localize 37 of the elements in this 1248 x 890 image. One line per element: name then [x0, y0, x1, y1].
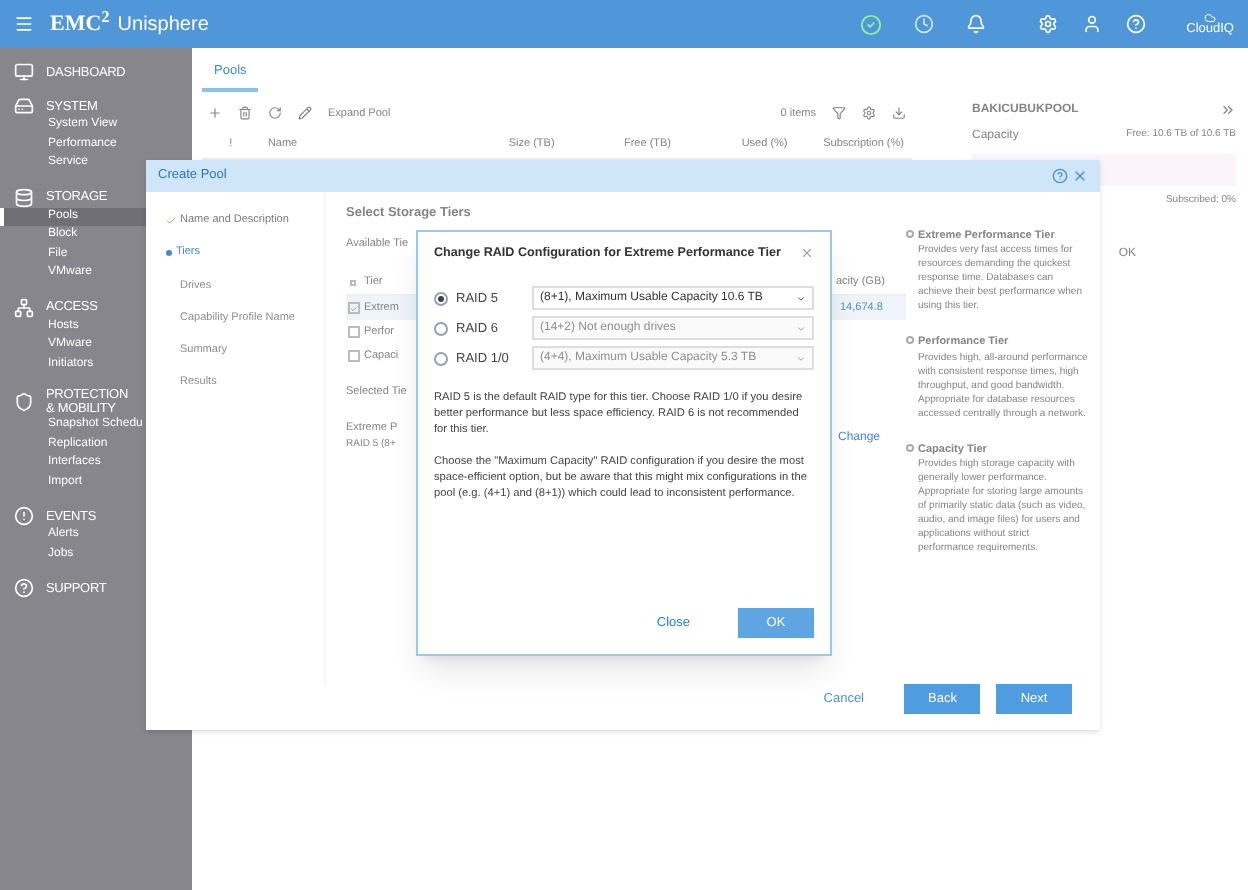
menu-icon[interactable]: [14, 14, 34, 34]
product-name: Unisphere: [117, 11, 209, 39]
chevron-down-icon: [796, 353, 806, 364]
bullet-icon: [166, 249, 172, 256]
row-checkbox[interactable]: [348, 302, 360, 314]
settings-icon[interactable]: [862, 106, 876, 121]
brand-logo: EMC$^{2}$: [50, 7, 110, 40]
add-icon[interactable]: [208, 106, 222, 121]
edit-icon[interactable]: [298, 106, 312, 121]
radio-icon[interactable]: [906, 336, 914, 345]
section-icon: [14, 578, 34, 598]
close-icon[interactable]: [1072, 168, 1088, 184]
bell-icon[interactable]: [966, 14, 987, 34]
status-icon[interactable]: [860, 13, 883, 35]
clock-icon[interactable]: [914, 14, 935, 34]
check-icon: [166, 215, 176, 226]
delete-icon[interactable]: [238, 106, 252, 121]
section-icon: [14, 297, 34, 317]
chevron-down-icon: [796, 293, 806, 304]
row-checkbox[interactable]: [348, 326, 360, 338]
section-icon: [14, 506, 34, 526]
row-checkbox[interactable]: [348, 350, 360, 362]
radio-icon[interactable]: [906, 443, 914, 451]
user-icon[interactable]: [1082, 14, 1103, 34]
help-icon[interactable]: [1052, 168, 1068, 184]
filter-icon[interactable]: [832, 106, 846, 121]
refresh-icon[interactable]: [268, 106, 282, 121]
section-icon: [14, 96, 34, 116]
chevron-down-icon: [796, 323, 806, 334]
close-icon[interactable]: [800, 246, 814, 261]
section-icon: [14, 62, 34, 82]
section-icon: [14, 392, 34, 412]
section-icon: [14, 187, 34, 207]
radio-icon[interactable]: [906, 230, 914, 238]
collapse-icon[interactable]: [1220, 102, 1236, 118]
radio-button[interactable]: [434, 291, 448, 306]
download-icon[interactable]: [892, 106, 906, 121]
